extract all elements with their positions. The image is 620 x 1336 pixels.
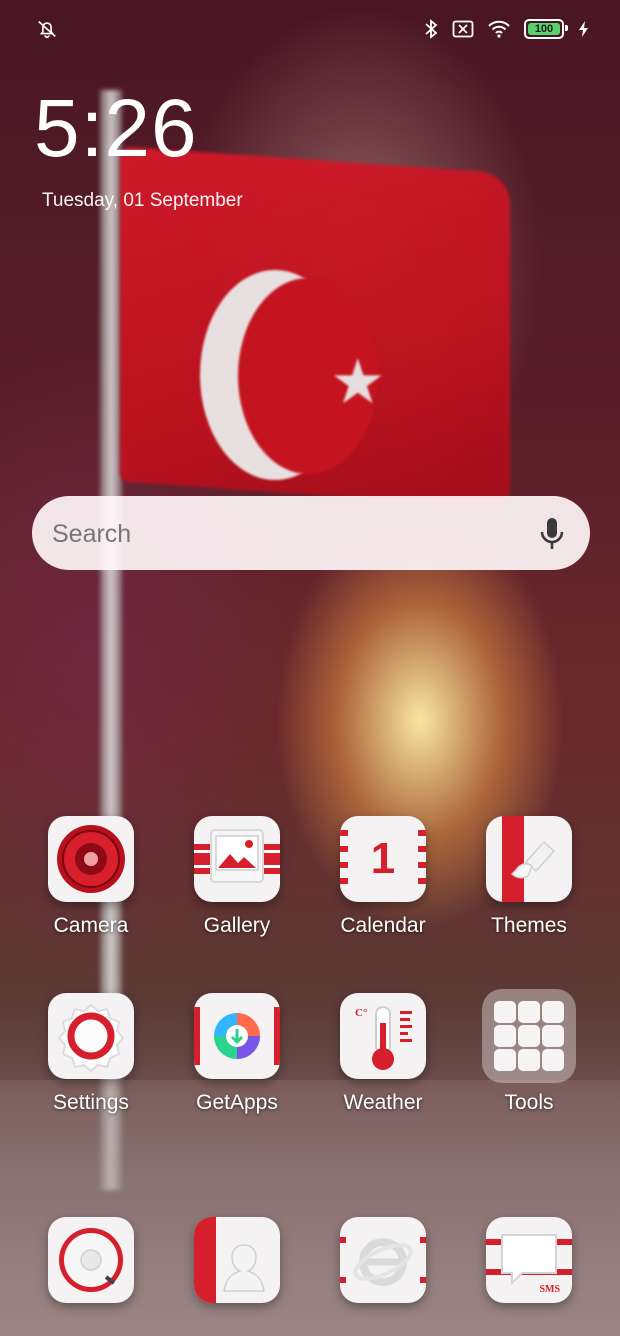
messaging-icon: SMS [486,1217,572,1303]
app-getapps[interactable]: GetApps [164,993,310,1115]
mini-app-icon [542,1049,564,1071]
wallpaper-star: ★ [330,348,386,417]
mini-app-icon [518,1049,540,1071]
app-themes[interactable]: Themes [456,816,602,938]
silent-bell-icon [38,21,56,39]
app-weather[interactable]: C° Weather [310,993,456,1115]
mini-app-icon [518,1025,540,1047]
charging-icon [579,21,588,37]
calendar-day: 1 [370,834,396,883]
folder-tools[interactable]: Tools [456,989,602,1115]
gallery-icon [194,816,280,902]
search-bar[interactable]: Search [32,496,590,570]
clock-date[interactable]: Tuesday, 01 September [42,190,243,212]
contacts-icon [194,1217,280,1303]
app-label: Calendar [340,914,426,937]
app-label: Camera [53,914,129,937]
weather-unit: C° [355,1007,368,1019]
mini-app-icon [494,1001,516,1023]
browser-icon [340,1217,426,1303]
mini-app-icon [542,1025,564,1047]
clock-time[interactable]: 5:26 [34,88,198,170]
mini-app-icon [542,1001,564,1023]
app-calendar[interactable]: 1 Calendar [310,816,456,938]
app-label: Themes [491,914,567,937]
app-settings[interactable]: Settings [18,993,164,1115]
search-placeholder: Search [52,520,132,548]
app-label: Tools [504,1091,554,1114]
settings-icon [48,993,134,1079]
mini-app-icon [494,1025,516,1047]
wifi-icon [488,20,510,38]
app-gallery[interactable]: Gallery [164,816,310,938]
status-bar: 100 [0,0,620,56]
battery-icon: 100 [524,19,568,39]
app-label: GetApps [196,1091,278,1114]
themes-icon [486,816,572,902]
dock-messaging[interactable]: SMS [456,1217,602,1303]
getapps-icon [194,993,280,1079]
tools-folder-icon [482,989,576,1083]
app-label: Weather [343,1091,423,1114]
weather-icon: C° [340,993,426,1079]
mini-app-icon [518,1001,540,1023]
phone-icon [48,1217,134,1303]
battery-level: 100 [534,23,554,35]
app-label: Gallery [203,914,271,937]
dock-browser[interactable] [310,1217,456,1303]
app-label: Settings [53,1091,129,1114]
mini-app-icon [494,1049,516,1071]
app-camera[interactable]: Camera [18,816,164,938]
sms-label: SMS [539,1284,560,1295]
camera-icon [48,816,134,902]
mic-icon[interactable] [538,516,566,552]
calendar-icon: 1 [340,816,426,902]
dock-phone[interactable] [18,1217,164,1303]
dock-contacts[interactable] [164,1217,310,1303]
sim-off-icon [452,20,474,38]
bluetooth-icon [425,19,438,39]
